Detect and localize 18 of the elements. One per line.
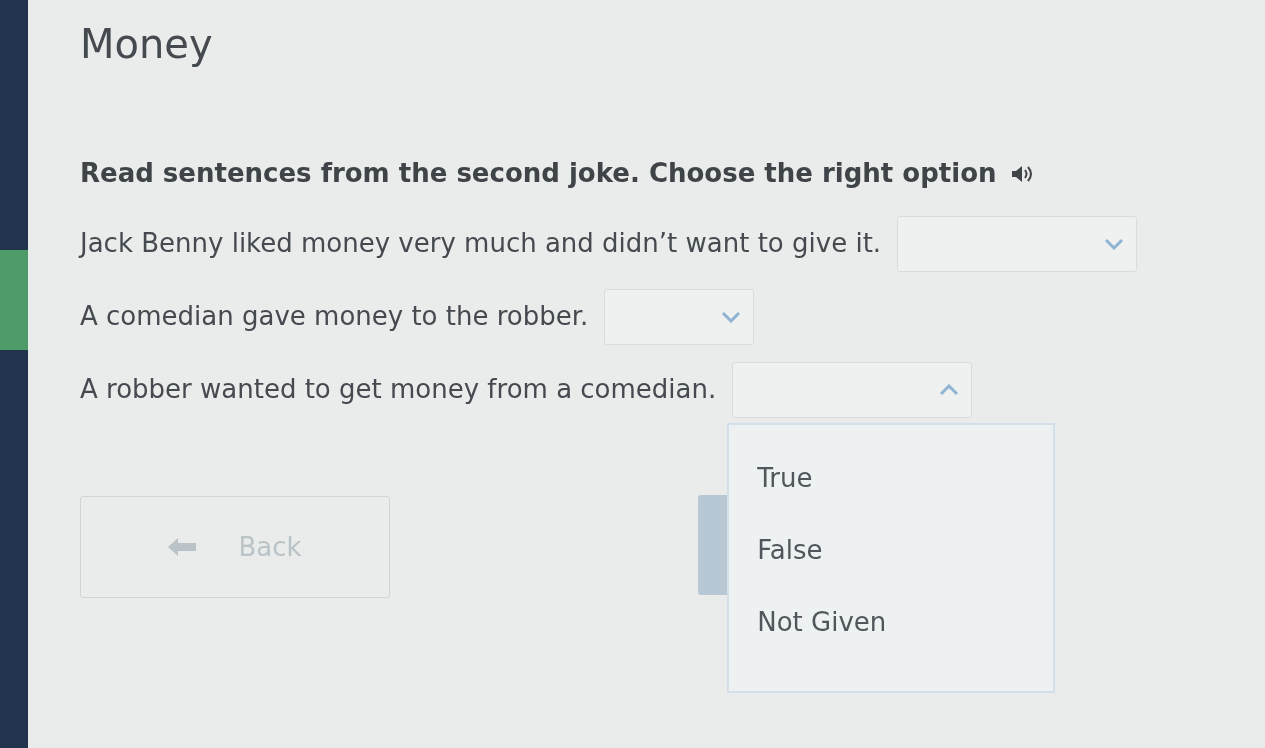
question-text: A comedian gave money to the robber. xyxy=(80,300,589,333)
arrow-left-icon xyxy=(168,538,199,556)
answer-dropdown[interactable] xyxy=(897,215,1138,272)
question-text: Jack Benny liked money very much and didn’t want to give it. xyxy=(80,227,882,260)
menu-option[interactable]: True xyxy=(729,454,1054,527)
sidebar-section[interactable] xyxy=(0,350,28,748)
menu-option[interactable]: Not Given xyxy=(729,598,1054,671)
page-title: Money xyxy=(80,20,214,69)
answer-dropdown[interactable] xyxy=(604,288,755,345)
instruction-text: Read sentences from the second joke. Choose the right option xyxy=(80,157,997,190)
chevron-down-icon xyxy=(1104,237,1125,250)
speaker-icon[interactable] xyxy=(1010,163,1035,184)
question-text: A robber wanted to get money from a comedian. xyxy=(80,373,717,406)
menu-option[interactable]: False xyxy=(729,526,1054,599)
sidebar-section[interactable] xyxy=(0,250,28,350)
chevron-up-icon xyxy=(939,383,960,396)
chevron-down-icon xyxy=(721,310,742,323)
sidebar-section[interactable] xyxy=(0,0,28,250)
